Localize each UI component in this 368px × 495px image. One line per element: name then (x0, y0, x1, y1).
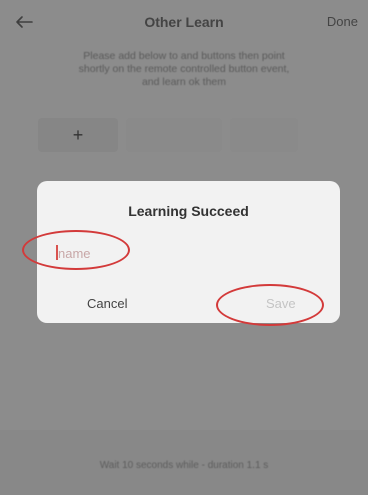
back-button[interactable] (10, 8, 38, 36)
footer-text: Wait 10 seconds while - duration 1.1 s (99, 460, 269, 471)
key-row: + (38, 118, 338, 152)
page-title: Other Learn (144, 14, 224, 30)
dialog-title: Learning Succeed (128, 203, 249, 219)
screen: Other Learn Done Please add below to and… (0, 0, 368, 495)
cancel-button[interactable]: Cancel (87, 296, 127, 311)
instructions-text: Please add below to and buttons then poi… (78, 50, 290, 88)
done-button[interactable]: Done (327, 14, 358, 29)
annotation-circle-save (216, 284, 324, 326)
key-button[interactable] (126, 118, 222, 152)
key-button[interactable] (230, 118, 298, 152)
header-bar: Other Learn Done (0, 0, 368, 44)
arrow-left-icon (16, 16, 33, 28)
footer-bar: Wait 10 seconds while - duration 1.1 s (0, 430, 368, 495)
annotation-circle-name (22, 230, 130, 270)
add-key-button[interactable]: + (38, 118, 118, 152)
plus-icon: + (72, 124, 84, 145)
